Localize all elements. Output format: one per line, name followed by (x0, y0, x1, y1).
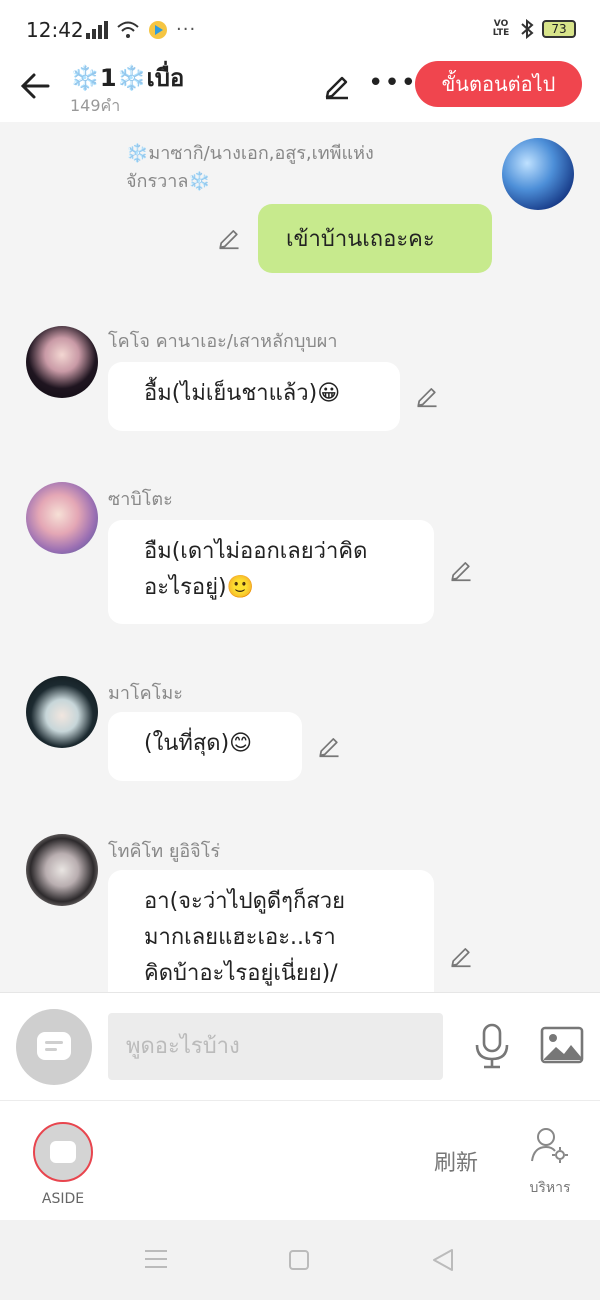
status-bar: 12:42 ··· VO LTE 73 (0, 0, 600, 58)
chat-bubble-icon (50, 1141, 76, 1163)
message-bubble[interactable]: อืม(เดาไม่ออกเลยว่าคิด อะไรอยู่)🙂 (108, 520, 434, 624)
message-bubble[interactable]: อา(จะว่าไปดูดีๆก็สวย มากเลยแฮะเอะ..เรา ค… (108, 870, 434, 992)
manage-label[interactable]: บริหาร (520, 1177, 580, 1199)
next-step-button[interactable]: ขั้นตอนต่อไป (415, 61, 582, 107)
volte-icon: VO LTE (492, 19, 510, 38)
sender-name: ❄️มาซากิ/นางเอก,อสูร,เทพีแห่งจักรวาล❄️ (126, 143, 374, 192)
sender-name: โคโจ คานาเอะ/เสาหลักบุบผา (108, 331, 338, 352)
snowflake-icon: ❄️ (116, 64, 147, 92)
avatar[interactable] (26, 676, 98, 748)
pencil-icon[interactable] (414, 382, 440, 408)
pencil-icon[interactable] (322, 70, 352, 100)
sender-name: ซาบิโตะ (108, 489, 173, 510)
home-icon[interactable] (289, 1250, 309, 1270)
message-line: เข้าบ้านเถอะคะ (286, 227, 435, 252)
more-status-icon: ··· (176, 19, 197, 40)
word-count: 149คำ (70, 96, 121, 115)
image-icon[interactable] (540, 1025, 584, 1065)
pencil-icon[interactable] (448, 556, 474, 582)
message-line: (ในที่สุด)😊 (144, 731, 253, 756)
pencil-icon[interactable] (216, 224, 242, 250)
avatar[interactable] (26, 482, 98, 554)
input-bar (0, 992, 600, 1100)
refresh-button[interactable]: 刷新 (434, 1145, 478, 1177)
manage-user-icon[interactable] (530, 1125, 570, 1165)
message-bubble[interactable]: อื้ม(ไม่เย็นชาแล้ว)😀 (108, 362, 400, 431)
wifi-icon (117, 21, 139, 38)
battery-icon: 73 (542, 20, 576, 38)
aside-button[interactable] (33, 1122, 93, 1182)
avatar[interactable] (502, 138, 574, 210)
pencil-icon[interactable] (316, 732, 342, 758)
snowflake-icon: ❄️ (70, 64, 100, 92)
message-line: มากเลยแฮะเอะ..เรา (144, 925, 336, 950)
system-nav-bar (0, 1220, 600, 1300)
title-number: 1 (99, 64, 117, 92)
aside-label: ASIDE (41, 1191, 85, 1207)
chat-header: ❄️1❄️เบื่อ 149คำ ••• ขั้นตอนต่อไป (0, 58, 600, 122)
title-text: เบื่อ (146, 64, 185, 92)
message-line: คิดบ้าอะไรอยู่เนี่ยย)/ (144, 961, 338, 986)
status-time: 12:42 (26, 18, 84, 42)
back-triangle-icon[interactable] (432, 1248, 454, 1272)
pencil-icon[interactable] (448, 942, 474, 968)
bottom-toolbar: ASIDE 刷新 บริหาร (0, 1100, 600, 1220)
status-right-icons: VO LTE 73 (490, 19, 576, 39)
avatar[interactable] (26, 326, 98, 398)
back-arrow-icon[interactable] (18, 68, 54, 104)
avatar[interactable] (26, 834, 98, 906)
sender-name: มาโคโมะ (108, 683, 183, 704)
message-line: อะไรอยู่)🙂 (144, 575, 254, 600)
signal-icon (86, 20, 108, 39)
page-title: ❄️1❄️เบื่อ (70, 58, 184, 97)
bluetooth-icon (521, 19, 534, 39)
message-line: อืม(เดาไม่ออกเลยว่าคิด (144, 539, 368, 564)
status-left-icons: ··· (86, 19, 196, 40)
chat-mode-button[interactable] (16, 1009, 92, 1085)
message-line: อื้ม(ไม่เย็นชาแล้ว)😀 (144, 381, 341, 406)
chat-area[interactable]: ❄️มาซากิ/นางเอก,อสูร,เทพีแห่งจักรวาล❄️ เ… (0, 122, 600, 992)
microphone-icon[interactable] (472, 1023, 512, 1069)
play-store-icon (149, 20, 167, 39)
chat-bubble-icon (37, 1032, 71, 1060)
sender-name: โทคิโท ยูอิจิโร่ (108, 841, 221, 862)
message-bubble[interactable]: เข้าบ้านเถอะคะ (258, 204, 492, 273)
menu-icon[interactable] (145, 1250, 167, 1270)
more-icon[interactable]: ••• (368, 68, 417, 98)
message-input[interactable] (108, 1013, 443, 1080)
message-line: อา(จะว่าไปดูดีๆก็สวย (144, 889, 345, 914)
message-bubble[interactable]: (ในที่สุด)😊 (108, 712, 302, 781)
